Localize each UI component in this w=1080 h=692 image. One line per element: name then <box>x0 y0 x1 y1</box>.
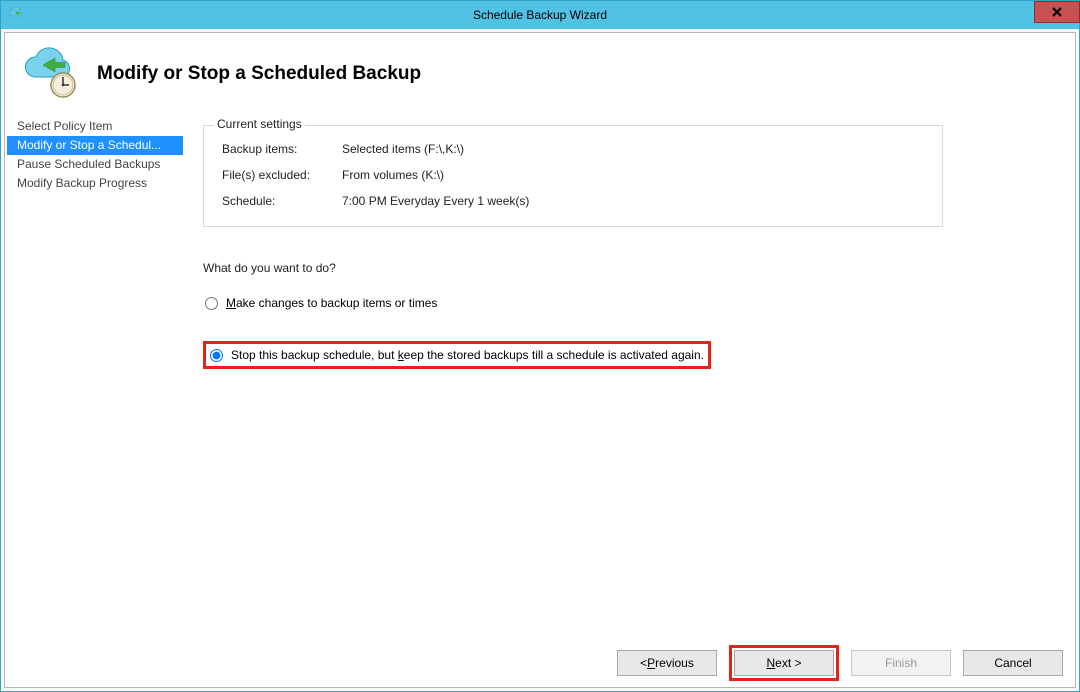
radio-make-changes-input[interactable] <box>205 297 218 310</box>
cancel-button[interactable]: Cancel <box>963 650 1063 676</box>
wizard-header: Modify or Stop a Scheduled Backup <box>1 29 1079 113</box>
radio-stop-schedule-input[interactable] <box>210 349 223 362</box>
wizard-footer: < Previous Next > Finish Cancel <box>1 635 1079 691</box>
app-icon <box>7 5 27 25</box>
radio-make-changes[interactable]: Make changes to backup items or times <box>203 293 1061 313</box>
radio-label: Stop this backup schedule, but keep the … <box>231 348 704 362</box>
question-prompt: What do you want to do? <box>203 261 1061 275</box>
wizard-content: Current settings Backup items: Selected … <box>183 113 1073 635</box>
setting-label: Schedule: <box>222 194 342 208</box>
sidebar-item-pause-backups[interactable]: Pause Scheduled Backups <box>7 155 183 174</box>
window-title: Schedule Backup Wizard <box>1 8 1079 22</box>
backup-cloud-icon <box>21 45 79 103</box>
wizard-body: Select Policy Item Modify or Stop a Sche… <box>1 113 1079 635</box>
close-icon <box>1052 5 1062 20</box>
finish-button: Finish <box>851 650 951 676</box>
highlight-stop-option: Stop this backup schedule, but keep the … <box>203 341 711 369</box>
highlight-next-button: Next > <box>729 645 839 681</box>
setting-row-schedule: Schedule: 7:00 PM Everyday Every 1 week(… <box>222 194 924 208</box>
wizard-window: Schedule Backup Wizard Modify or Stop a … <box>0 0 1080 692</box>
current-settings-legend: Current settings <box>214 117 305 131</box>
close-button[interactable] <box>1034 1 1080 23</box>
sidebar-item-modify-progress[interactable]: Modify Backup Progress <box>7 174 183 193</box>
setting-label: File(s) excluded: <box>222 168 342 182</box>
setting-row-files-excluded: File(s) excluded: From volumes (K:\) <box>222 168 924 182</box>
setting-row-backup-items: Backup items: Selected items (F:\,K:\) <box>222 142 924 156</box>
sidebar-item-select-policy[interactable]: Select Policy Item <box>7 117 183 136</box>
radio-label: Make changes to backup items or times <box>226 296 437 310</box>
setting-value: From volumes (K:\) <box>342 168 444 182</box>
radio-stop-schedule[interactable]: Stop this backup schedule, but keep the … <box>208 348 704 362</box>
setting-value: Selected items (F:\,K:\) <box>342 142 464 156</box>
next-button[interactable]: Next > <box>734 650 834 676</box>
sidebar-item-modify-stop[interactable]: Modify or Stop a Schedul... <box>7 136 183 155</box>
step-sidebar: Select Policy Item Modify or Stop a Sche… <box>7 113 183 635</box>
setting-value: 7:00 PM Everyday Every 1 week(s) <box>342 194 529 208</box>
page-title: Modify or Stop a Scheduled Backup <box>97 63 421 85</box>
titlebar: Schedule Backup Wizard <box>1 1 1079 29</box>
setting-label: Backup items: <box>222 142 342 156</box>
previous-button[interactable]: < Previous <box>617 650 717 676</box>
current-settings-group: Current settings Backup items: Selected … <box>203 125 943 227</box>
